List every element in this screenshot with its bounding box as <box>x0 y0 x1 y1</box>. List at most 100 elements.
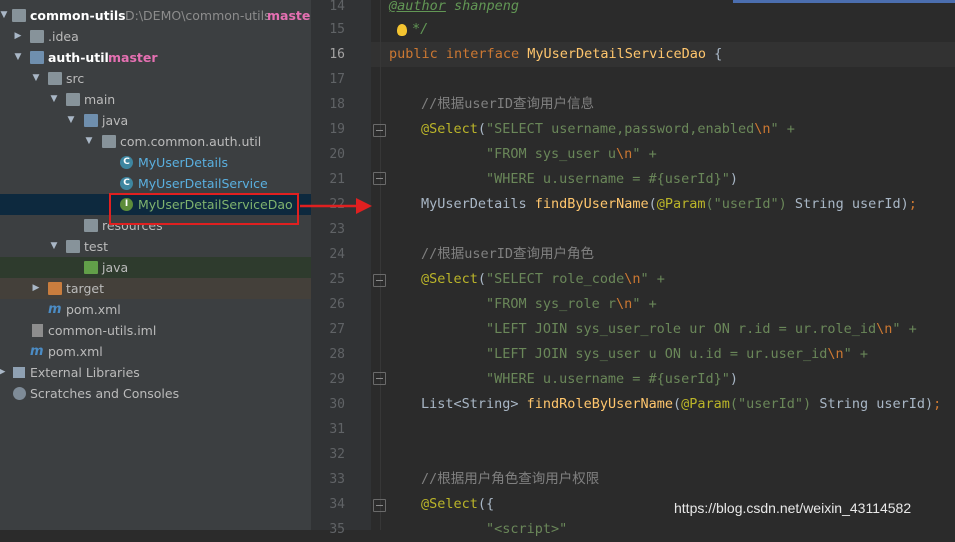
paren: ( <box>672 396 682 412</box>
escape: \n <box>754 121 771 137</box>
escape: \n <box>827 346 844 362</box>
string: "WHERE u.username = #{userId}" <box>486 171 730 187</box>
comment: //根据userID查询用户信息 <box>421 96 595 112</box>
fold-marker-icon[interactable] <box>373 124 386 137</box>
javadoc-end: */ <box>412 21 429 37</box>
tree-item-test-java[interactable]: java <box>0 257 311 278</box>
code-line-21: "WHERE u.username = #{userId}") <box>486 167 738 192</box>
expanded-arrow-icon[interactable]: ▼ <box>49 89 59 110</box>
folder-icon <box>30 30 44 43</box>
code-line-25: @Select("SELECT role_code\n" + <box>421 267 665 292</box>
tree-item-label: .idea <box>48 29 79 44</box>
expanded-arrow-icon[interactable]: ▼ <box>49 236 59 257</box>
tree-item-module-pom[interactable]: m pom.xml <box>0 299 311 320</box>
folder-icon <box>48 72 62 85</box>
tree-item-label: main <box>84 92 116 107</box>
string-end: " + <box>640 271 665 287</box>
tree-item-label: target <box>66 281 105 296</box>
string: "SELECT username,password,enabled <box>486 121 755 137</box>
tree-item-label: pom.xml <box>48 344 103 359</box>
line-number: 24 <box>329 247 345 262</box>
editor-scroll-indicator <box>733 0 955 3</box>
tree-item-label: src <box>66 71 85 86</box>
string: "WHERE u.username = #{userId}" <box>486 371 730 387</box>
comment: //根据用户角色查询用户权限 <box>421 471 600 487</box>
tree-item-scratches[interactable]: Scratches and Consoles <box>0 383 311 404</box>
tree-item-class[interactable]: C MyUserDetailService <box>0 173 311 194</box>
expanded-arrow-icon[interactable]: ▼ <box>84 131 94 152</box>
string: "SELECT role_code <box>486 271 625 287</box>
tree-item-src[interactable]: ▼ src <box>0 68 311 89</box>
collapsed-arrow-icon[interactable]: ▶ <box>31 278 41 299</box>
tree-item-label: pom.xml <box>66 302 121 317</box>
expanded-arrow-icon[interactable]: ▼ <box>66 110 76 131</box>
tree-item-iml[interactable]: common-utils.iml <box>0 320 311 341</box>
tree-item-java[interactable]: ▼ java <box>0 110 311 131</box>
expanded-arrow-icon[interactable]: ▼ <box>13 47 23 68</box>
method-name: findRoleByUserName <box>526 396 673 412</box>
tree-item-root-pom[interactable]: m pom.xml <box>0 341 311 362</box>
tree-item-root[interactable]: ▼ common-utils D:\DEMO\common-utils mast… <box>0 5 311 26</box>
module-folder-icon <box>30 51 44 64</box>
keyword: public <box>389 46 438 62</box>
line-number: 25 <box>329 272 345 287</box>
class-icon: C <box>120 177 133 190</box>
excluded-folder-icon <box>48 282 62 295</box>
collapsed-arrow-icon[interactable]: ▶ <box>0 362 7 383</box>
annotation: @Select <box>421 496 478 512</box>
root-path: D:\DEMO\common-utils <box>125 8 271 23</box>
tree-item-class[interactable]: C MyUserDetails <box>0 152 311 173</box>
code-line-16: public interface MyUserDetailServiceDao … <box>389 42 722 67</box>
maven-icon: m <box>48 302 62 317</box>
escape: \n <box>616 146 633 162</box>
tree-item-label: MyUserDetailService <box>138 176 268 191</box>
tree-item-test[interactable]: ▼ test <box>0 236 311 257</box>
semicolon: ; <box>908 196 917 212</box>
paren: ( <box>477 121 487 137</box>
folder-icon <box>66 240 80 253</box>
fold-marker-icon[interactable] <box>373 172 386 185</box>
code-line-34: @Select({ <box>421 492 494 517</box>
line-number: 26 <box>329 297 345 312</box>
code-line-27: "LEFT JOIN sys_user_role ur ON r.id = ur… <box>486 317 917 342</box>
maven-icon: m <box>30 344 44 359</box>
semicolon: ; <box>933 396 942 412</box>
string-end: " + <box>770 121 795 137</box>
tree-item-main[interactable]: ▼ main <box>0 89 311 110</box>
line-number: 21 <box>329 172 345 187</box>
tree-item-auth-util[interactable]: ▼ auth-util master <box>0 47 311 68</box>
code-line-19: @Select("SELECT username,password,enable… <box>421 117 795 142</box>
annotation: @Select <box>421 121 478 137</box>
intention-bulb-icon[interactable] <box>397 24 407 36</box>
fold-marker-icon[interactable] <box>373 499 386 512</box>
tree-item-package[interactable]: ▼ com.common.auth.util <box>0 131 311 152</box>
line-number: 32 <box>329 447 345 462</box>
escape: \n <box>624 271 641 287</box>
line-number-current: 16 <box>329 47 345 62</box>
code-line-18: //根据userID查询用户信息 <box>421 92 594 117</box>
source-folder-icon <box>84 114 98 127</box>
params: String userId) <box>786 196 909 212</box>
line-number: 29 <box>329 372 345 387</box>
fold-marker-icon[interactable] <box>373 372 386 385</box>
line-number: 23 <box>329 222 345 237</box>
paren: ( <box>477 271 487 287</box>
expanded-arrow-icon[interactable]: ▼ <box>31 68 41 89</box>
escape: \n <box>876 321 893 337</box>
annotation: @Select <box>421 271 478 287</box>
tree-item-target[interactable]: ▶ target <box>0 278 311 299</box>
fold-marker-icon[interactable] <box>373 274 386 287</box>
indent-guide <box>380 0 381 530</box>
tree-item-external-libraries[interactable]: ▶ External Libraries <box>0 362 311 383</box>
resources-folder-icon <box>84 219 98 232</box>
collapsed-arrow-icon[interactable]: ▶ <box>13 26 23 47</box>
pointer-arrow-icon <box>300 198 372 214</box>
tree-item-label: test <box>84 239 109 254</box>
tree-item-idea[interactable]: ▶ .idea <box>0 26 311 47</box>
paren: ( <box>648 196 657 212</box>
return-type: MyUserDetails <box>421 196 535 212</box>
expanded-arrow-icon[interactable]: ▼ <box>0 5 9 26</box>
library-icon <box>13 367 25 378</box>
paren: ({ <box>477 496 495 512</box>
package-icon <box>102 135 116 148</box>
